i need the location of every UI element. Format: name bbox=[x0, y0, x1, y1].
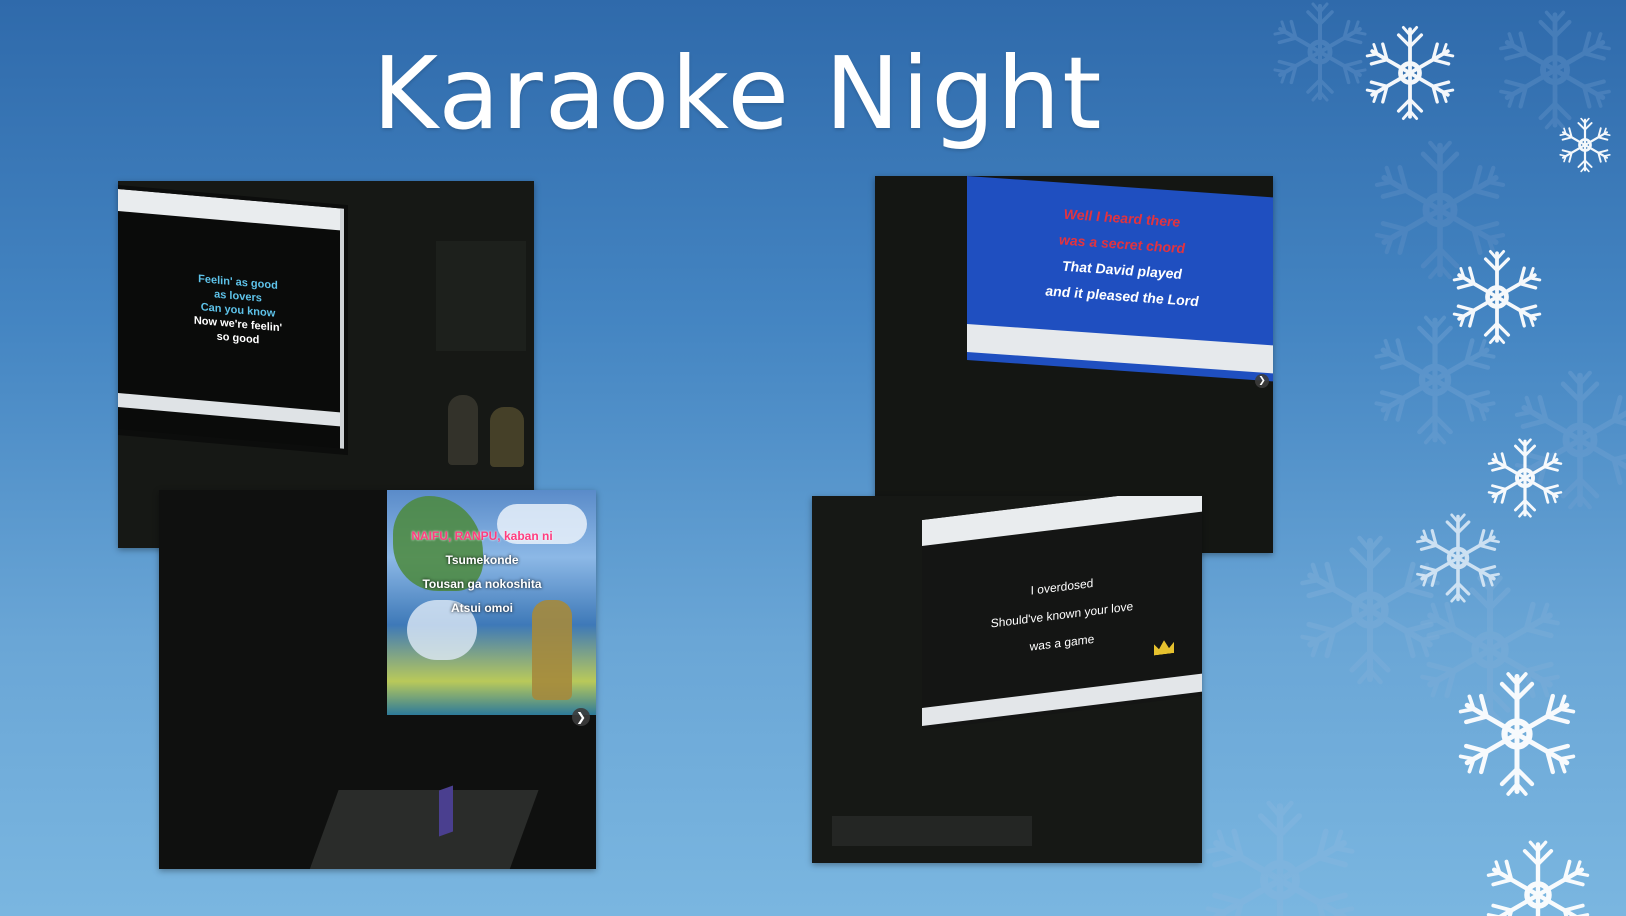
lyrics-text: NAIFU, RANPU, kaban ni Tsumekonde Tousan… bbox=[407, 524, 557, 620]
chevron-right-icon[interactable]: ❯ bbox=[572, 708, 590, 726]
snowflake-icon bbox=[1458, 674, 1577, 794]
snowflake-icon bbox=[1487, 440, 1563, 517]
lyric-line: NAIFU, RANPU, kaban ni bbox=[411, 529, 553, 543]
taskbar bbox=[967, 324, 1273, 374]
lyric-line: Tsumekonde bbox=[445, 553, 519, 567]
wall-panel bbox=[436, 241, 526, 351]
stage-table bbox=[832, 816, 1032, 846]
projected-screen: NAIFU, RANPU, kaban ni Tsumekonde Tousan… bbox=[387, 490, 596, 715]
chevron-right-icon[interactable]: ❯ bbox=[1255, 374, 1269, 388]
snowflake-icon bbox=[1486, 842, 1591, 916]
podium bbox=[309, 790, 539, 869]
snowflake-icon bbox=[1373, 143, 1506, 277]
laptop bbox=[439, 785, 453, 837]
lyrics-text: I overdosed Should've known your love wa… bbox=[942, 558, 1182, 671]
lyric-line: Tousan ga nokoshita bbox=[422, 577, 542, 591]
snowflake-icon bbox=[1452, 251, 1542, 342]
projected-screen: I overdosed Should've known your love wa… bbox=[922, 496, 1202, 730]
snowflake-icon bbox=[1373, 318, 1497, 443]
snowflake-icon bbox=[1498, 12, 1612, 127]
audience-silhouette bbox=[490, 407, 524, 467]
snowflake-icon bbox=[1204, 803, 1356, 916]
slide-title: Karaoke Night bbox=[372, 35, 1104, 152]
snowflake-icon bbox=[1299, 538, 1442, 682]
lyrics-text: Well I heard there was a secret chord Th… bbox=[1007, 197, 1237, 317]
lyrics-text: Feelin' as good as lovers Can you know N… bbox=[138, 267, 338, 354]
projected-screen: Feelin' as good as lovers Can you know N… bbox=[118, 189, 344, 449]
lyric-line: Atsui omoi bbox=[451, 601, 513, 615]
snowflake-icon bbox=[1559, 119, 1611, 172]
browser-bar bbox=[922, 496, 1202, 546]
taskbar bbox=[922, 673, 1202, 726]
projected-screen: Well I heard there was a secret chord Th… bbox=[967, 176, 1273, 382]
snowflake-icon bbox=[1419, 578, 1562, 722]
taskbar bbox=[118, 393, 340, 427]
photo-karaoke-bottom-right: I overdosed Should've known your love wa… bbox=[812, 496, 1202, 863]
photo-karaoke-bottom-left: NAIFU, RANPU, kaban ni Tsumekonde Tousan… bbox=[159, 490, 596, 869]
audience-silhouette bbox=[448, 395, 478, 465]
